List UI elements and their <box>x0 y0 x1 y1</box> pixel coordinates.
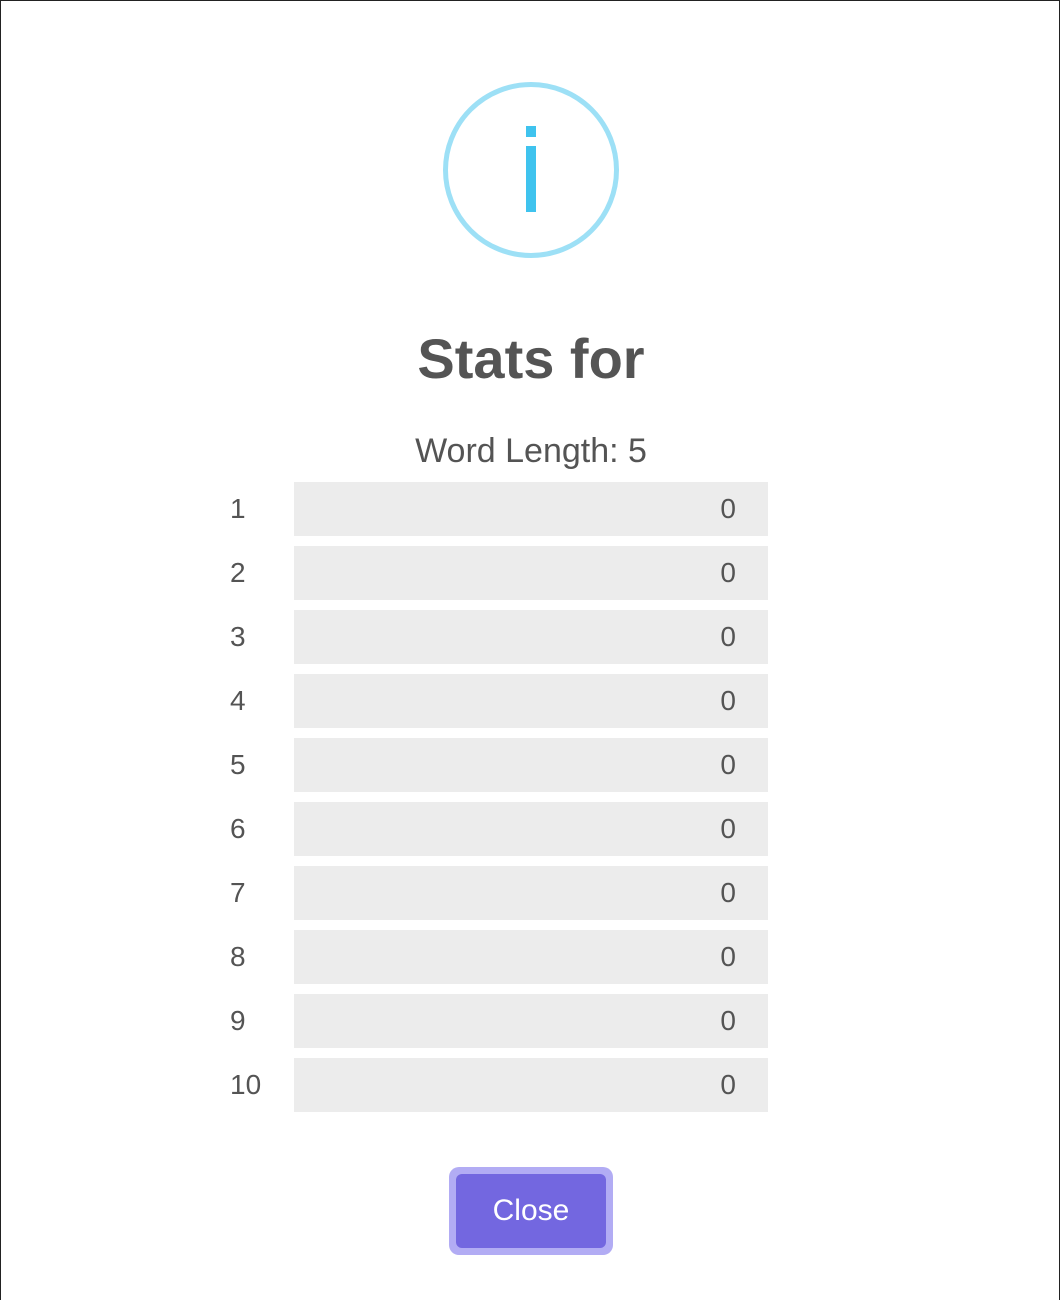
stats-row-label: 6 <box>230 813 246 844</box>
stats-row-count: 0 <box>720 493 736 524</box>
stats-row: 30 <box>1 610 1060 664</box>
dialog-title: Stats for <box>417 327 645 390</box>
stats-row-bar: 0 <box>294 866 768 920</box>
stats-row: 70 <box>1 866 1060 920</box>
stats-row: 60 <box>1 802 1060 856</box>
stats-row-bar: 0 <box>294 994 768 1048</box>
stats-row: 50 <box>1 738 1060 792</box>
stats-row-count: 0 <box>720 877 736 908</box>
stats-row: 10 0 <box>1 1058 1060 1112</box>
stats-row-bar: 0 <box>294 610 768 664</box>
stats-row-count: 0 <box>720 621 736 652</box>
stats-row-count: 0 <box>720 1005 736 1036</box>
info-icon-dot <box>526 126 536 137</box>
stats-row: 80 <box>1 930 1060 984</box>
stats-row-label: 7 <box>230 877 246 908</box>
stats-row-count: 0 <box>720 749 736 780</box>
stats-row-bar: 0 <box>294 482 768 536</box>
stats-row-label: 9 <box>230 1005 246 1036</box>
stats-row-label: 5 <box>230 749 246 780</box>
stats-row-count: 0 <box>720 1069 736 1100</box>
stats-row-label: 10 <box>230 1069 262 1100</box>
stats-row-count: 0 <box>720 685 736 716</box>
stats-row-bar: 0 <box>294 674 768 728</box>
stats-row-bar: 0 <box>294 930 768 984</box>
stats-row-label: 4 <box>230 685 246 716</box>
stats-row-count: 0 <box>720 813 736 844</box>
word-length-label: Word Length: 5 <box>415 432 647 470</box>
stats-row: 20 <box>1 546 1060 600</box>
info-icon <box>443 82 619 258</box>
stats-dialog: Stats for Word Length: 5 102030405060708… <box>0 0 1060 1300</box>
stats-row-label: 8 <box>230 941 246 972</box>
stats-row: 90 <box>1 994 1060 1048</box>
info-icon-stem <box>526 146 536 212</box>
stats-row: 40 <box>1 674 1060 728</box>
close-button[interactable]: Close <box>456 1174 606 1248</box>
stats-row-label: 3 <box>230 621 246 652</box>
stats-row-count: 0 <box>720 557 736 588</box>
stats-row: 10 <box>1 482 1060 536</box>
stats-row-label: 1 <box>230 493 246 524</box>
stats-row-bar: 0 <box>294 738 768 792</box>
stats-row-count: 0 <box>720 941 736 972</box>
stats-row-label: 2 <box>230 557 246 588</box>
stats-row-bar: 0 <box>294 802 768 856</box>
stats-row-bar: 0 <box>294 1058 768 1112</box>
stats-row-bar: 0 <box>294 546 768 600</box>
